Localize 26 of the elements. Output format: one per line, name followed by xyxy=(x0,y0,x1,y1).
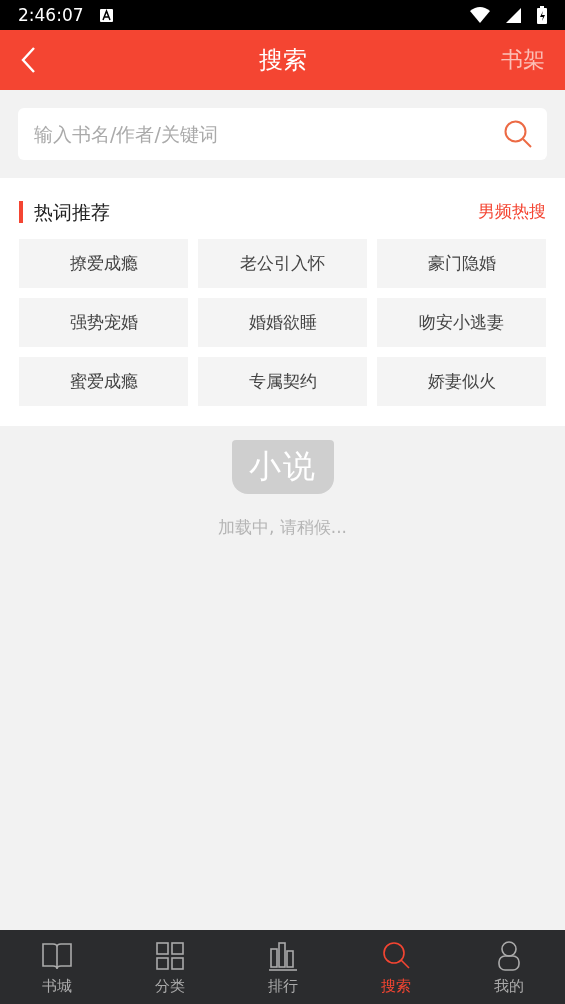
hot-search-link[interactable]: 男频热搜 xyxy=(478,200,546,223)
status-time: 2:46:07 xyxy=(18,5,84,25)
tab-item[interactable]: 搜索 xyxy=(339,930,452,1004)
signal-icon xyxy=(506,7,521,23)
search-icon[interactable] xyxy=(503,119,533,149)
tab-item[interactable]: 我的 xyxy=(452,930,565,1004)
back-icon[interactable] xyxy=(20,46,36,74)
tab-item[interactable]: 排行 xyxy=(226,930,339,1004)
hot-word[interactable]: 蜜爱成瘾 xyxy=(19,357,188,406)
tab-item[interactable]: 分类 xyxy=(113,930,226,1004)
page-title: 搜索 xyxy=(258,45,307,76)
loading-message: 加载中, 请稍候... xyxy=(218,516,347,539)
hot-word[interactable]: 豪门隐婚 xyxy=(377,239,546,288)
search-field[interactable]: 输入书名/作者/关键词 xyxy=(18,108,547,160)
hot-word[interactable]: 老公引入怀 xyxy=(198,239,367,288)
tab-item[interactable]: 书城 xyxy=(0,930,113,1004)
notification-icon xyxy=(99,8,113,22)
hot-word[interactable]: 婚婚欲睡 xyxy=(198,298,367,347)
wifi-icon xyxy=(470,7,490,23)
hot-word[interactable]: 吻安小逃妻 xyxy=(377,298,546,347)
hot-word[interactable]: 强势宠婚 xyxy=(19,298,188,347)
hot-word[interactable]: 撩爱成瘾 xyxy=(19,239,188,288)
hot-word[interactable]: 专属契约 xyxy=(198,357,367,406)
battery-icon xyxy=(537,6,547,24)
section-title: 热词推荐 xyxy=(19,200,110,223)
hot-word[interactable]: 娇妻似火 xyxy=(377,357,546,406)
